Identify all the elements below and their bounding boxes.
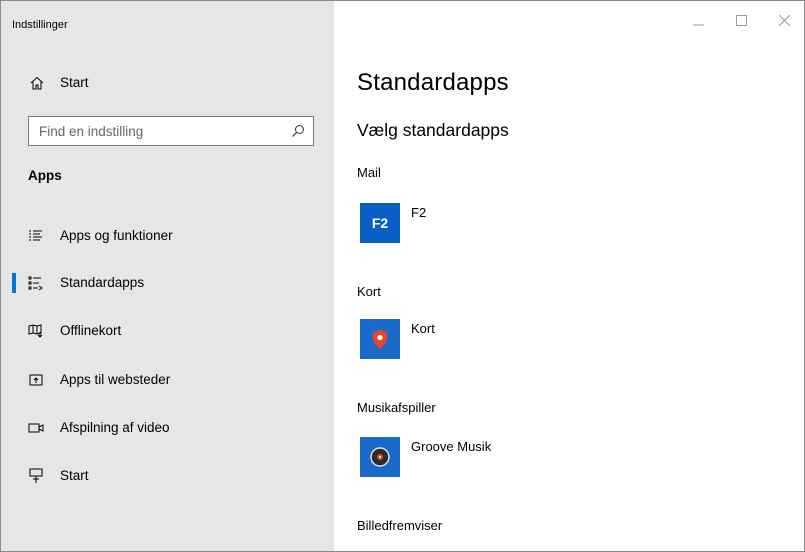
main-content: Standardapps Vælg standardapps Mail F2 F… xyxy=(334,1,804,551)
minimize-icon xyxy=(693,24,704,26)
app-name: Kort xyxy=(411,321,435,336)
search-box[interactable] xyxy=(28,116,314,146)
sidebar-item-afspilning-af-video[interactable]: Afspilning af video xyxy=(1,408,334,448)
sidebar-item-label: Standardapps xyxy=(60,275,145,290)
sidebar-item-offlinekort[interactable]: Offlinekort xyxy=(1,311,334,351)
app-name: Groove Musik xyxy=(411,439,492,454)
app-name: F2 xyxy=(411,205,427,220)
sidebar-item-label: Apps til websteder xyxy=(60,372,171,387)
sidebar-home[interactable]: Start xyxy=(1,63,334,103)
sidebar-item-label: Start xyxy=(60,468,89,483)
startup-icon xyxy=(28,468,44,484)
sidebar: Indstillinger Start Apps Apps og funktio… xyxy=(1,1,334,551)
video-icon xyxy=(28,420,44,436)
maximize-button[interactable] xyxy=(720,1,763,41)
sidebar-item-label: Offlinekort xyxy=(60,323,122,338)
selection-indicator xyxy=(12,273,16,293)
sidebar-item-label: Afspilning af video xyxy=(60,420,170,435)
groove-music-icon xyxy=(360,437,400,477)
sidebar-item-apps-til-websteder[interactable]: Apps til websteder xyxy=(1,360,334,400)
search-input[interactable] xyxy=(29,117,279,145)
sidebar-home-label: Start xyxy=(60,75,89,90)
section-heading-apps: Apps xyxy=(28,168,62,183)
default-app-musikafspiller[interactable]: Groove Musik xyxy=(357,437,617,479)
subheading: Vælg standardapps xyxy=(357,120,509,140)
category-label-kort: Kort xyxy=(357,284,381,299)
sidebar-item-label: Apps og funktioner xyxy=(60,228,173,243)
page-title: Standardapps xyxy=(357,69,509,96)
search-icon[interactable] xyxy=(291,124,305,138)
f2-app-icon: F2 xyxy=(360,203,400,243)
sidebar-item-standardapps[interactable]: Standardapps xyxy=(1,263,334,303)
list-icon xyxy=(28,228,44,244)
default-app-mail[interactable]: F2 F2 xyxy=(357,203,617,245)
maps-app-icon xyxy=(360,319,400,359)
settings-window: Indstillinger Start Apps Apps og funktio… xyxy=(0,0,805,552)
category-label-mail: Mail xyxy=(357,165,381,180)
default-app-kort[interactable]: Kort xyxy=(357,319,617,361)
close-button[interactable] xyxy=(763,1,804,41)
maximize-icon xyxy=(736,15,747,26)
window-title: Indstillinger xyxy=(12,19,68,31)
offline-map-icon xyxy=(28,323,44,339)
home-icon xyxy=(29,75,45,91)
minimize-button[interactable] xyxy=(677,1,720,41)
close-icon xyxy=(779,15,790,26)
category-label-billedfremviser: Billedfremviser xyxy=(357,518,443,533)
web-apps-icon xyxy=(28,372,44,388)
sidebar-item-start[interactable]: Start xyxy=(1,456,334,496)
default-apps-icon xyxy=(28,275,44,291)
sidebar-item-apps-og-funktioner[interactable]: Apps og funktioner xyxy=(1,216,334,256)
window-controls xyxy=(677,1,804,41)
category-label-musikafspiller: Musikafspiller xyxy=(357,400,436,415)
